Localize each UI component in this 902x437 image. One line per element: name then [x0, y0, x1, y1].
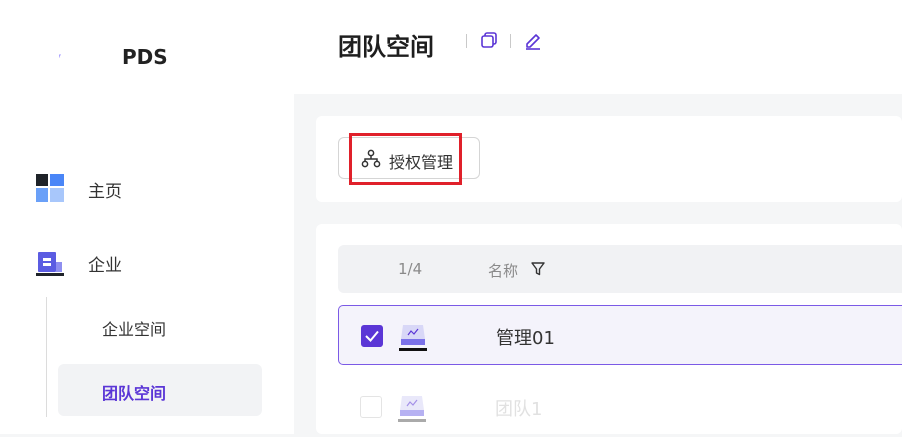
sidebar-item-label: 主页 — [88, 182, 122, 202]
column-header-name: 名称 — [488, 262, 519, 280]
drive-icon — [399, 325, 427, 351]
sidebar-subitem-label: 企业空间 — [102, 320, 167, 339]
sidebar-item-home[interactable]: 主页 — [0, 164, 294, 210]
table-row[interactable]: 团队1 — [338, 377, 902, 437]
tree-line — [46, 297, 47, 417]
table-row[interactable]: 管理01 — [338, 305, 902, 365]
page-title: 团队空间 — [338, 33, 434, 61]
row-name: 团队1 — [495, 399, 543, 420]
sidebar-subitem-team-space[interactable]: 团队空间 — [58, 364, 262, 416]
edit-icon[interactable] — [523, 30, 543, 50]
row-checkbox[interactable] — [360, 396, 382, 418]
org-tree-icon — [361, 149, 381, 168]
selection-count: 1/4 — [398, 260, 423, 278]
sidebar-item-label: 企业 — [88, 256, 122, 276]
sidebar-subitem-label: 团队空间 — [102, 384, 167, 403]
building-icon — [36, 252, 64, 276]
page-header: 团队空间 — [294, 0, 902, 94]
divider — [510, 34, 511, 48]
authorization-manage-label: 授权管理 — [389, 153, 454, 172]
check-icon — [365, 330, 379, 342]
copy-icon[interactable] — [479, 30, 499, 50]
row-name: 管理01 — [496, 328, 555, 349]
sidebar-subitem-enterprise-space[interactable]: 企业空间 — [58, 300, 262, 352]
drive-icon — [398, 396, 426, 422]
logo-area: ᶠ PDS — [0, 0, 294, 110]
dashboard-icon — [36, 174, 64, 202]
sidebar: ᶠ PDS 主页 企业 企业空间 团队空间 — [0, 0, 294, 434]
logo-text[interactable]: PDS — [122, 45, 168, 69]
logo-icon: ᶠ — [59, 53, 62, 62]
table-header — [338, 245, 902, 293]
divider — [466, 34, 467, 48]
filter-icon[interactable] — [530, 261, 546, 277]
authorization-manage-button[interactable]: 授权管理 — [338, 137, 480, 179]
sidebar-item-enterprise[interactable]: 企业 — [0, 238, 294, 284]
row-checkbox[interactable] — [361, 325, 383, 347]
